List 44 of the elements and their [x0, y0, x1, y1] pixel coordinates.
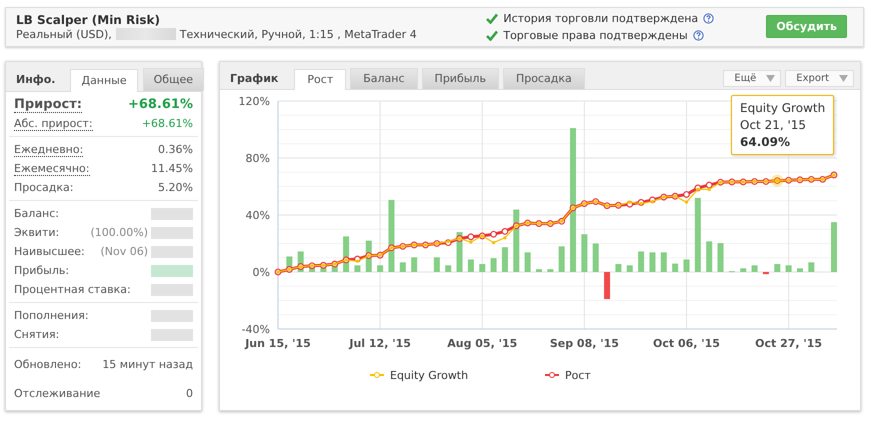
axis-label: 120% [238, 95, 270, 108]
axis-label: 0% [252, 266, 270, 279]
verification-label: Торговые права подтверждены [503, 28, 688, 42]
tooltip-date: Oct 21, '15 [740, 118, 808, 132]
stat-value: +68.61% [128, 97, 193, 112]
stat-value: 15 минут назад [102, 358, 193, 371]
verification-label: История торговли подтверждена [503, 12, 698, 24]
stat-label: Баланс: [14, 207, 60, 220]
stat-label: Пополнения: [14, 309, 89, 322]
stat-value: 11.45% [151, 162, 193, 175]
axis-label: Aug 05, '15 [447, 337, 518, 350]
axis-label: Jun 15, '15 [245, 337, 311, 350]
panel-title: Инфо. [16, 72, 56, 86]
stat-label: Абс. прирост: [14, 116, 93, 130]
stat-label: Наивысшее: [14, 245, 85, 258]
axis-label: Oct 27, '15 [755, 337, 822, 350]
stat-note: (Nov 06) [100, 245, 148, 258]
axis-label: 40% [246, 209, 270, 222]
tooltip-series: Equity Growth [740, 101, 826, 115]
stat-value: 5.20% [158, 181, 193, 194]
account-type: Реальный (USD), [16, 28, 112, 40]
axis-label: Jul 12, '15 [349, 337, 411, 350]
axis-label: -40% [242, 323, 270, 336]
stat-label: Просадка: [14, 181, 74, 194]
stat-label: Обновлено: [14, 358, 82, 371]
stat-value: +68.61% [142, 117, 193, 130]
stat-label: Ежемесячно: [14, 162, 90, 176]
stat-label: Отслеживание [14, 387, 100, 400]
stat-value: 0 [186, 387, 193, 400]
stat-label: Снятия: [14, 328, 60, 341]
stat-label: Прибыль: [14, 264, 70, 277]
stat-label: Эквити: [14, 226, 60, 239]
axis-label: Oct 06, '15 [653, 337, 720, 350]
tooltip-value: 64.09% [740, 135, 791, 149]
stat-value: 0.36% [158, 143, 193, 156]
axis-label: 80% [246, 152, 270, 165]
stat-label: Процентная ставка: [14, 283, 131, 296]
stat-label: Ежедневно: [14, 142, 84, 156]
account-details: Технический, Ручной, 1:15 , MetaTrader 4 [180, 28, 417, 40]
axis-label: Sep 08, '15 [550, 337, 619, 350]
account-title: LB Scalper (Min Risk) [16, 12, 161, 26]
stat-note: (100.00%) [90, 226, 148, 239]
stat-label: Прирост: [14, 96, 82, 112]
panel-title: График [230, 72, 278, 84]
